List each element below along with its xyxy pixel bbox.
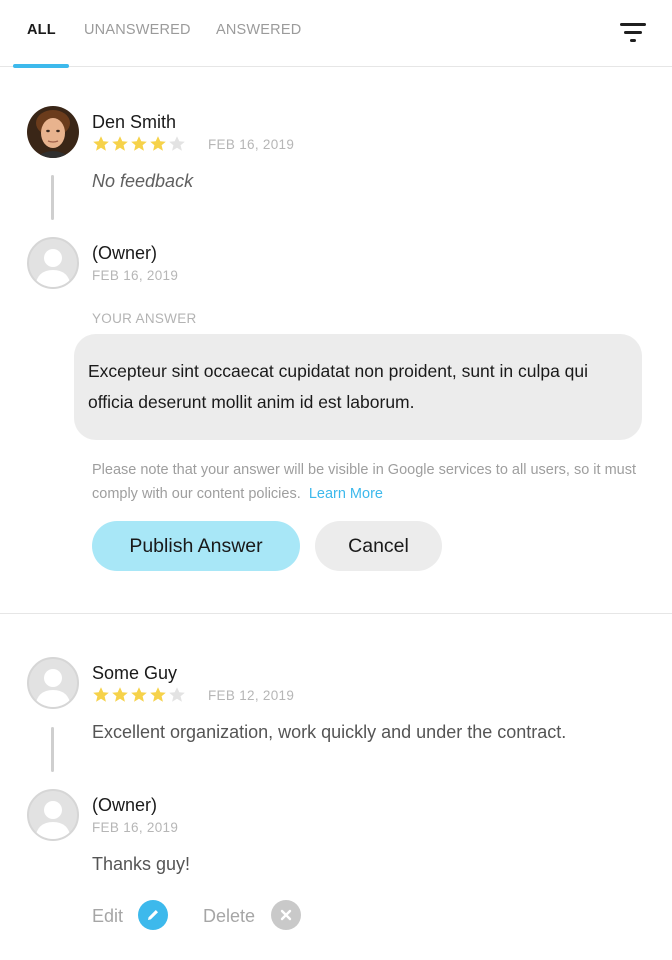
owner-name: (Owner) — [92, 795, 158, 815]
active-tab-indicator — [13, 64, 69, 68]
cancel-button[interactable]: Cancel — [315, 521, 442, 571]
review-text: No feedback — [92, 171, 194, 191]
star-rating — [92, 686, 187, 704]
filter-icon[interactable] — [614, 18, 652, 48]
review-divider — [0, 613, 672, 614]
star-filled-icon — [150, 136, 166, 151]
policy-note: Please note that your answer will be vis… — [92, 458, 637, 506]
owner-name: (Owner) — [92, 243, 158, 263]
thread-connector — [51, 727, 54, 772]
star-filled-icon — [93, 687, 109, 702]
your-answer-label: YOUR ANSWER — [92, 311, 197, 326]
delete-label[interactable]: Delete — [203, 906, 255, 927]
owner-avatar — [27, 789, 79, 841]
learn-more-link[interactable]: Learn More — [309, 486, 383, 502]
pencil-icon[interactable] — [138, 900, 168, 930]
tab-answered[interactable]: ANSWERED — [216, 22, 301, 38]
star-filled-icon — [93, 136, 109, 151]
reply-text: Thanks guy! — [92, 854, 191, 874]
close-icon[interactable] — [271, 900, 301, 930]
star-filled-icon — [112, 136, 128, 151]
star-filled-icon — [112, 687, 128, 702]
review-date: FEB 12, 2019 — [208, 688, 295, 703]
reviewer-avatar — [27, 657, 79, 709]
review-text: Excellent organization, work quickly and… — [92, 722, 567, 742]
star-empty-icon — [169, 136, 185, 151]
review-date: FEB 16, 2019 — [208, 137, 295, 152]
star-empty-icon — [169, 687, 185, 702]
reviewer-avatar — [27, 106, 79, 158]
thread-connector — [51, 175, 54, 220]
reviewer-name: Den Smith — [92, 112, 177, 132]
owner-avatar — [27, 237, 79, 289]
tab-unanswered[interactable]: UNANSWERED — [84, 22, 191, 38]
answer-textarea[interactable]: Excepteur sint occaecat cupidatat non pr… — [74, 334, 642, 440]
star-filled-icon — [131, 136, 147, 151]
edit-label[interactable]: Edit — [92, 906, 123, 927]
star-rating — [92, 135, 187, 153]
review-tabs: ALL UNANSWERED ANSWERED — [0, 0, 672, 68]
tab-all[interactable]: ALL — [27, 22, 56, 38]
star-filled-icon — [131, 687, 147, 702]
reply-date: FEB 16, 2019 — [92, 268, 179, 283]
star-filled-icon — [150, 687, 166, 702]
publish-answer-button[interactable]: Publish Answer — [92, 521, 300, 571]
reply-date: FEB 16, 2019 — [92, 820, 179, 835]
reviewer-name: Some Guy — [92, 663, 178, 683]
